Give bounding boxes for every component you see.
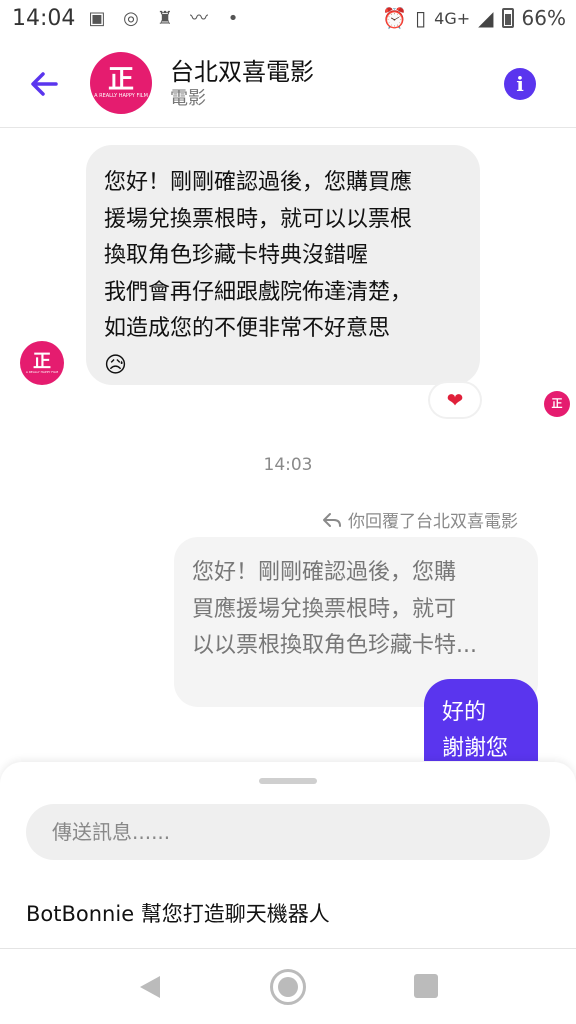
message-line: 換取角色珍藏卡特典沒錯喔 <box>104 243 369 268</box>
triangle-back-icon <box>140 976 160 998</box>
avatar-logo: 正 <box>107 64 134 94</box>
battery-level: 66% <box>521 6 566 30</box>
notification-icons: ▣ ◎ ♜ 〰 • <box>86 8 244 30</box>
message-line: 如造成您的不便非常不好意思 <box>104 316 391 341</box>
nav-back-button[interactable] <box>136 973 164 1001</box>
sheet-handle[interactable] <box>259 778 317 784</box>
chat-header: 正 A REALLY HAPPY FILM 台北双喜電影 電影 i <box>0 40 576 128</box>
more-dot-icon: • <box>227 8 239 29</box>
quoted-line: 買應援場兌換票根時，就可 <box>192 596 457 622</box>
vibrate-icon: ▯ <box>415 6 427 30</box>
heart-icon: ❤ <box>446 388 464 412</box>
signal-icon: ◢ <box>478 6 494 30</box>
battery-icon <box>501 8 514 28</box>
message-line: 援場兌換票根時，就可以以票根 <box>104 206 413 232</box>
message-line: 好的 <box>442 700 487 725</box>
reply-note-text: 你回覆了台北双喜電影 <box>348 512 518 532</box>
message-line: 謝謝您 <box>442 736 509 761</box>
message-input[interactable] <box>26 804 550 860</box>
sad-emoji: 😥 <box>104 352 127 378</box>
avatar-caption: A REALLY HAPPY FILM <box>25 369 59 374</box>
reply-icon <box>323 512 341 527</box>
read-receipt-avatar: 正 <box>544 391 570 417</box>
notification-app-icon: ▣ <box>88 8 106 29</box>
nav-home-button[interactable] <box>270 969 306 1005</box>
alarm-icon: ⏰ <box>382 6 408 30</box>
incoming-message[interactable]: 您好！剛剛確認過後，您購買應 援場兌換票根時，就可以以票根 換取角色珍藏卡特典沒… <box>86 145 480 385</box>
game-icon: ♜ <box>156 8 174 29</box>
sender-avatar[interactable]: 正 A REALLY HAPPY FILM <box>20 341 64 385</box>
message-line: 我們會再仔細跟戲院佈達清楚， <box>104 279 413 305</box>
status-time: 14:04 <box>12 6 76 31</box>
quoted-line: 您好！剛剛確認過後，您購 <box>192 560 457 585</box>
quoted-line: 以以票根換取角色珍藏卡特... <box>192 633 477 658</box>
botbonnie-promo[interactable]: BotBonnie 幫您打造聊天機器人 <box>26 898 330 928</box>
avatar-caption: A REALLY HAPPY FILM <box>94 92 148 99</box>
network-label: 4G+ <box>434 8 471 28</box>
avatar-logo: 正 <box>33 350 51 371</box>
status-right: ⏰ ▯ 4G+ ◢ 66% <box>382 6 566 30</box>
instagram-icon: ◎ <box>123 8 139 29</box>
outgoing-message[interactable]: 好的 謝謝您 <box>424 679 538 761</box>
status-bar: 14:04 ▣ ◎ ♜ 〰 • ⏰ ▯ 4G+ ◢ 66% <box>0 0 576 40</box>
heart-reaction[interactable]: ❤ <box>430 383 480 417</box>
message-line: 您好！剛剛確認過後，您購買應 <box>104 170 413 195</box>
time-separator: 14:03 <box>263 455 313 475</box>
page-avatar[interactable]: 正 A REALLY HAPPY FILM <box>90 52 152 114</box>
nav-recents-button[interactable] <box>414 974 438 998</box>
info-icon: i <box>516 72 524 96</box>
info-button[interactable]: i <box>504 68 536 100</box>
system-nav-bar <box>0 948 576 1024</box>
arrow-left-icon <box>31 72 58 96</box>
back-button[interactable] <box>26 64 66 104</box>
composer-sheet: BotBonnie 幫您打造聊天機器人 <box>0 762 576 948</box>
page-subtitle: 電影 <box>170 88 206 109</box>
avatar-logo: 正 <box>551 398 563 410</box>
reply-note: 你回覆了台北双喜電影 <box>322 507 518 532</box>
cursive-app-icon: 〰 <box>190 8 208 29</box>
message-list[interactable]: 您好！剛剛確認過後，您購買應 援場兌換票根時，就可以以票根 換取角色珍藏卡特典沒… <box>0 129 576 761</box>
page-title[interactable]: 台北双喜電影 <box>170 52 314 87</box>
